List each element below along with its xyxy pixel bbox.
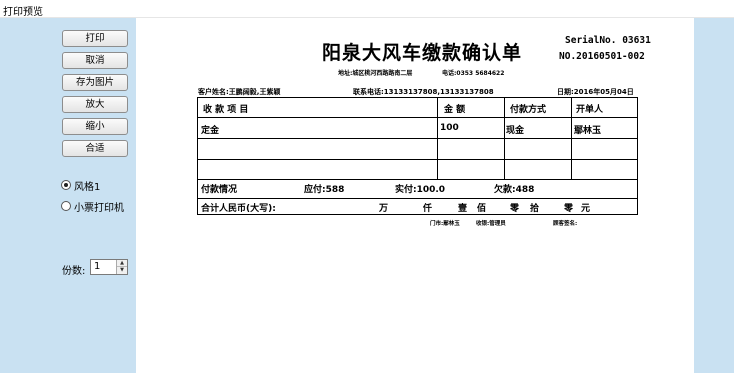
save-image-button[interactable]: 存为图片	[62, 74, 128, 91]
title-bar: 打印预览	[0, 0, 734, 18]
header-issuer: 开单人	[576, 105, 604, 115]
row1-item: 定金	[201, 126, 220, 136]
rmb-yuan-digit: 零	[564, 204, 574, 214]
amount-owed: 欠款:488	[494, 185, 535, 195]
style1-radio[interactable]: 风格1	[61, 178, 101, 193]
rmb-shi: 拾	[530, 204, 540, 214]
header-amount: 金 额	[444, 105, 466, 115]
row-divider	[198, 198, 637, 199]
rmb-wan: 万	[379, 204, 389, 214]
footer-customer-sign: 顾客签名:	[553, 221, 578, 227]
stepper-up-icon[interactable]: ▲	[117, 260, 127, 267]
copies-label: 份数:	[62, 266, 86, 277]
rmb-qian: 仟	[423, 204, 433, 214]
column-divider	[437, 98, 438, 180]
right-margin-strip	[694, 18, 734, 373]
header-item: 收 款 项 目	[203, 105, 249, 115]
left-control-panel	[0, 18, 136, 373]
column-divider	[571, 98, 572, 180]
row1-payment: 现金	[506, 126, 525, 136]
receipt-date: 日期:2016年05月04日	[557, 88, 634, 96]
amount-paid: 实付:100.0	[395, 185, 446, 195]
fit-button[interactable]: 合适	[62, 140, 128, 157]
serial-number: SerialNo. 03631	[565, 35, 651, 46]
amount-due: 应付:588	[304, 185, 345, 195]
header-payment: 付款方式	[510, 105, 547, 115]
store-address: 地址:城区桃河西路路南二层	[338, 70, 413, 77]
radio-checked-icon	[61, 180, 71, 190]
zoom-in-button[interactable]: 放大	[62, 96, 128, 113]
payment-status-label: 付款情况	[201, 185, 238, 195]
small-printer-radio[interactable]: 小票打印机	[61, 199, 124, 214]
row1-amount: 100	[440, 123, 459, 133]
stepper-arrows: ▲ ▼	[116, 260, 127, 274]
small-printer-label: 小票打印机	[74, 202, 124, 214]
footer-store: 门市:鄢林玉	[430, 221, 460, 227]
customer-name: 客户姓名:王鹏阔毅,王紫颖	[198, 88, 281, 96]
style1-label: 风格1	[74, 181, 101, 193]
footer-cashier: 收银:管理员	[476, 221, 506, 227]
rmb-bai-digit: 壹	[458, 204, 468, 214]
window-title: 打印预览	[3, 7, 43, 18]
row1-issuer: 鄢林玉	[574, 126, 602, 136]
rmb-yuan: 元	[581, 204, 591, 214]
copies-stepper[interactable]: 1 ▲ ▼	[90, 259, 128, 275]
store-phone: 电话:0353 5684622	[442, 70, 505, 77]
stepper-down-icon[interactable]: ▼	[117, 267, 127, 274]
copies-value: 1	[94, 261, 101, 272]
contact-phone: 联系电话:13133137808,13133137808	[353, 88, 494, 96]
radio-unchecked-icon	[61, 201, 71, 211]
column-divider	[504, 98, 505, 180]
rmb-bai: 佰	[477, 204, 487, 214]
receipt-table: 收 款 项 目 金 额 付款方式 开单人 定金 100 现金 鄢林玉 付款情况 …	[197, 97, 638, 215]
rmb-total-label: 合计人民币(大写):	[201, 204, 276, 214]
receipt-number: NO.20160501-002	[559, 51, 645, 62]
zoom-out-button[interactable]: 缩小	[62, 118, 128, 135]
rmb-shi-digit: 零	[510, 204, 520, 214]
